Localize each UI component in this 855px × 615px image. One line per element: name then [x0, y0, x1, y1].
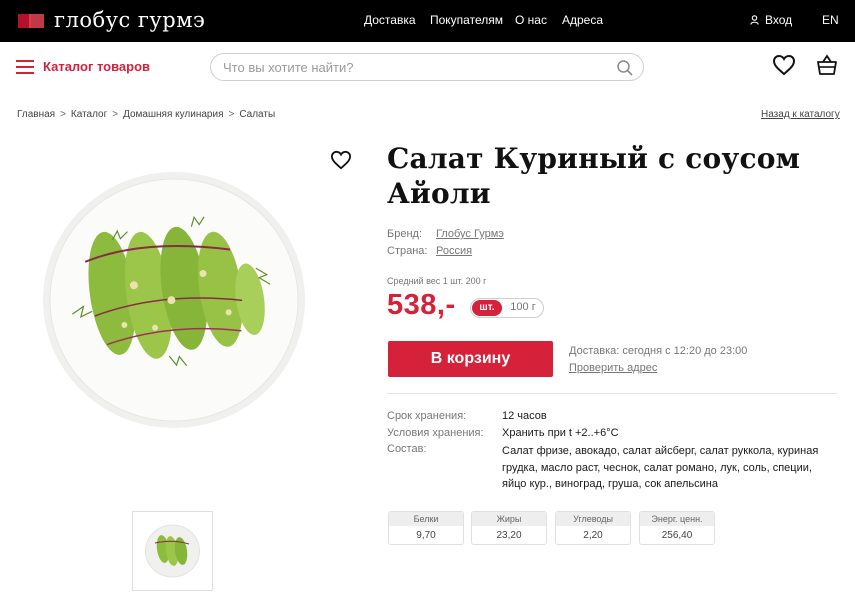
nav-addresses[interactable]: Адреса [562, 13, 603, 27]
nutrition-value: 2,20 [583, 530, 603, 541]
composition-value: Салат фризе, авокадо, салат айсберг, сал… [502, 445, 819, 490]
nutrition-label: Белки [389, 512, 463, 526]
top-bar: глобус гурмэ Доставка Покупателям О нас … [0, 0, 855, 42]
add-to-favorites-heart-icon[interactable] [330, 150, 352, 170]
breadcrumb-home-cooking[interactable]: Домашняя кулинария [123, 109, 223, 120]
divider [387, 393, 837, 394]
product-title-line-2: Айоли [387, 177, 491, 210]
country-label: Страна: [387, 245, 428, 257]
unit-option-100g[interactable]: 100 г [505, 301, 541, 313]
logo-text[interactable]: глобус гурмэ [54, 8, 205, 32]
back-to-catalog-link[interactable]: Назад к каталогу [761, 109, 840, 120]
storage-conditions-label: Условия хранения: [387, 427, 484, 439]
thumbnail-image [145, 524, 200, 578]
nutrition-protein: Белки 9,70 [388, 511, 464, 545]
product-image [43, 172, 305, 428]
product-title-line-1: Салат Куриный с соусом [387, 142, 801, 175]
nutrition-carbs: Углеводы 2,20 [555, 511, 631, 545]
nutrition-label: Энерг. ценн. [640, 512, 714, 526]
shelf-life-label: Срок хранения: [387, 410, 467, 422]
nutrition-label: Углеводы [556, 512, 630, 526]
search-input[interactable] [223, 59, 603, 75]
nutrition-value: 9,70 [416, 530, 436, 541]
login-link[interactable]: Вход [750, 13, 792, 27]
nutrition-fat: Жиры 23,20 [471, 511, 547, 545]
product-thumbnail[interactable] [132, 511, 213, 591]
logo-mark-icon[interactable] [18, 14, 44, 28]
nav-customers[interactable]: Покупателям [430, 13, 503, 27]
product-title: Салат Куриный с соусом Айоли [387, 141, 807, 211]
brand-link[interactable]: Глобус Гурмэ [436, 228, 504, 240]
user-icon [750, 15, 759, 25]
login-label: Вход [765, 13, 793, 27]
storage-conditions-value: Хранить при t +2..+6°C [502, 427, 619, 439]
add-to-cart-button[interactable]: В корзину [388, 341, 553, 377]
brand-label: Бренд: [387, 228, 423, 240]
nutrition-value: 23,20 [496, 530, 522, 541]
breadcrumb: Главная > Каталог > Домашняя кулинария >… [17, 109, 275, 120]
nutrition-label: Жиры [472, 512, 546, 526]
nav-delivery[interactable]: Доставка [364, 13, 416, 27]
nav-about[interactable]: О нас [515, 13, 547, 27]
nutrition-value: 256,40 [661, 530, 693, 541]
hamburger-menu-icon[interactable] [16, 58, 34, 76]
breadcrumb-separator: > [112, 109, 119, 120]
check-address-link[interactable]: Проверить адрес [569, 362, 657, 374]
breadcrumb-home[interactable]: Главная [17, 109, 55, 120]
unit-toggle: шт. 100 г [470, 298, 544, 318]
composition-label: Состав: [387, 443, 427, 455]
search-bar [210, 53, 644, 81]
country-link[interactable]: Россия [436, 245, 472, 257]
product-price: 538,- [387, 289, 456, 321]
breadcrumb-catalog[interactable]: Каталог [71, 109, 107, 120]
search-icon[interactable] [616, 59, 634, 77]
breadcrumb-separator: > [60, 109, 66, 120]
breadcrumb-salads[interactable]: Салаты [239, 109, 275, 120]
basket-icon[interactable] [815, 53, 839, 77]
favorites-heart-icon[interactable] [772, 54, 796, 76]
language-switch[interactable]: EN [822, 13, 839, 27]
delivery-info: Доставка: сегодня с 12:20 до 23:00 [569, 345, 748, 357]
breadcrumb-separator: > [228, 109, 235, 120]
average-weight-note: Средний вес 1 шт. 200 г [387, 276, 487, 286]
catalog-link[interactable]: Каталог товаров [43, 59, 150, 74]
unit-option-piece[interactable]: шт. [472, 300, 502, 316]
shelf-life-value: 12 часов [502, 410, 547, 422]
nutrition-energy: Энерг. ценн. 256,40 [639, 511, 715, 545]
